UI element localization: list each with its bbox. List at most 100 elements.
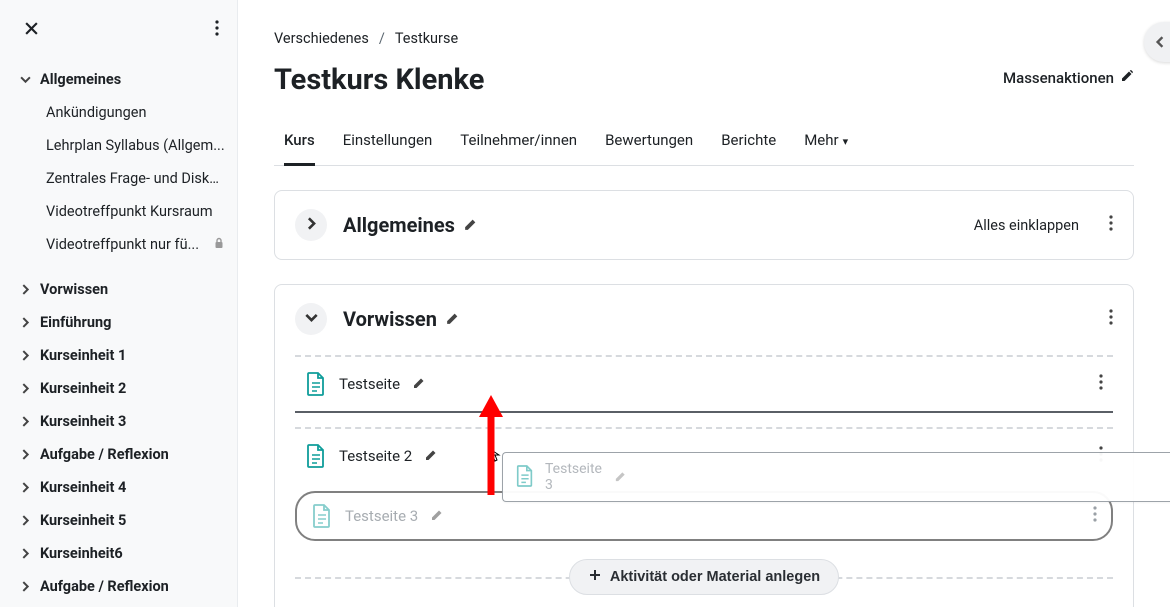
sidebar-item-label: Aufgabe / Reflexion — [40, 578, 169, 595]
sidebar-item-ankündigungen[interactable]: Ankündigungen — [0, 96, 237, 129]
sidebar-item-lehrplan[interactable]: Lehrplan Syllabus (Allgem... — [0, 129, 237, 162]
breadcrumb-separator: / — [379, 30, 385, 47]
sidebar-item-label: Kurseinheit 1 — [40, 347, 126, 364]
add-activity-label: Aktivität oder Material anlegen — [610, 569, 820, 585]
chevron-right-icon — [18, 383, 32, 394]
edit-activity-title[interactable] — [430, 507, 444, 526]
page-icon — [311, 503, 333, 529]
sidebar-item-fragen[interactable]: Zentrales Frage- und Disku... — [0, 162, 237, 195]
collapse-all-link[interactable]: Alles einklappen — [974, 217, 1079, 234]
open-block-drawer[interactable] — [1144, 22, 1170, 62]
course-tabs: Kurs Einstellungen Teilnehmer/innen Bewe… — [274, 117, 1134, 166]
section-title-label: Allgemeines — [343, 213, 455, 237]
page-icon — [305, 443, 327, 469]
plus-icon — [588, 568, 602, 586]
massactions-link[interactable]: Massenaktionen — [1003, 69, 1134, 87]
chevron-right-icon — [18, 317, 32, 328]
sidebar-item-label: Videotreffpunkt nur fü... — [46, 236, 199, 253]
kebab-icon — [215, 20, 219, 39]
sidebar-section-ke6[interactable]: Kurseinheit6 — [0, 537, 237, 570]
sidebar-item-label: Lehrplan Syllabus (Allgem... — [46, 137, 225, 154]
chevron-right-icon — [18, 515, 32, 526]
lock-icon — [213, 236, 225, 253]
tab-label: Mehr — [804, 131, 838, 149]
chevron-down-icon — [305, 311, 318, 327]
chevron-left-icon — [1154, 33, 1166, 52]
move-cursor-icon — [489, 448, 505, 468]
section-title-label: Vorwissen — [343, 307, 437, 331]
tab-teilnehmer[interactable]: Teilnehmer/innen — [460, 117, 577, 166]
tab-berichte[interactable]: Berichte — [721, 117, 776, 166]
sidebar-section-vorwissen[interactable]: Vorwissen — [0, 273, 237, 306]
tab-kurs[interactable]: Kurs — [284, 117, 315, 166]
breadcrumb-testkurse[interactable]: Testkurse — [395, 30, 458, 47]
expand-section-button[interactable] — [295, 209, 327, 241]
sidebar-item-label: Kurseinheit 3 — [40, 413, 126, 430]
section-allgemeines: Allgemeines Alles einklappen — [274, 190, 1134, 260]
chevron-right-icon — [18, 581, 32, 592]
sidebar-section-einführung[interactable]: Einführung — [0, 306, 237, 339]
chevron-right-icon — [18, 482, 32, 493]
sidebar-section-label: Allgemeines — [40, 71, 121, 88]
chevron-right-icon — [18, 284, 32, 295]
sidebar-item-label: Kurseinheit 5 — [40, 512, 126, 529]
activity-testseite[interactable]: Testseite — [295, 357, 1113, 411]
sidebar-item-label: Aufgabe / Reflexion — [40, 446, 169, 463]
activity-name: Testseite 3 — [345, 507, 418, 525]
chevron-right-icon — [305, 217, 318, 233]
tab-einstellungen[interactable]: Einstellungen — [343, 117, 433, 166]
breadcrumb: Verschiedenes / Testkurse — [274, 30, 1134, 47]
edit-section-title[interactable] — [463, 213, 478, 237]
edit-activity-title[interactable] — [412, 375, 426, 394]
sidebar-item-label: Ankündigungen — [46, 104, 147, 121]
sidebar-item-videotreff-restricted[interactable]: Videotreffpunkt nur fü... — [0, 228, 237, 261]
sidebar-item-label: Videotreffpunkt Kursraum — [46, 203, 213, 220]
close-sidebar-button[interactable] — [20, 17, 43, 43]
section-vorwissen: Vorwissen Testseite — [274, 284, 1134, 607]
edit-activity-title[interactable] — [424, 447, 438, 466]
section-menu[interactable] — [1109, 309, 1113, 329]
breadcrumb-verschiedenes[interactable]: Verschiedenes — [274, 30, 369, 47]
activity-name: Testseite 3 — [545, 461, 604, 493]
massactions-label: Massenaktionen — [1003, 69, 1114, 87]
chevron-right-icon — [18, 449, 32, 460]
edit-section-title[interactable] — [445, 307, 460, 331]
sidebar-section-allgemeines[interactable]: Allgemeines — [0, 63, 237, 96]
pencil-icon — [1120, 69, 1134, 87]
sidebar-item-label: Kurseinheit 4 — [40, 479, 126, 496]
sidebar-item-label: Einführung — [40, 314, 111, 331]
tab-mehr[interactable]: Mehr ▾ — [804, 117, 848, 166]
activity-name: Testseite 2 — [339, 447, 412, 465]
chevron-right-icon — [18, 416, 32, 427]
chevron-right-icon — [18, 548, 32, 559]
sidebar-section-aufgabe2[interactable]: Aufgabe / Reflexion — [0, 570, 237, 603]
sidebar-item-label: Vorwissen — [40, 281, 108, 298]
close-icon — [24, 21, 39, 39]
page-title: Testkurs Klenke — [274, 63, 484, 97]
section-menu[interactable] — [1109, 215, 1113, 235]
page-icon — [305, 371, 327, 397]
sidebar-section-ke3[interactable]: Kurseinheit 3 — [0, 405, 237, 438]
sidebar-item-videotreff[interactable]: Videotreffpunkt Kursraum — [0, 195, 237, 228]
sidebar-item-label: Zentrales Frage- und Disku... — [46, 170, 225, 187]
activity-name: Testseite — [339, 375, 400, 393]
drag-ghost-testseite-3: Testseite 3 — [502, 452, 1170, 502]
sidebar-section-aufgabe1[interactable]: Aufgabe / Reflexion — [0, 438, 237, 471]
add-activity-button[interactable]: Aktivität oder Material anlegen — [569, 559, 839, 595]
course-main: Verschiedenes / Testkurse Testkurs Klenk… — [238, 0, 1170, 607]
page-icon — [515, 464, 535, 490]
sidebar-item-label: Kurseinheit6 — [40, 545, 123, 562]
sidebar-section-ke5[interactable]: Kurseinheit 5 — [0, 504, 237, 537]
chevron-down-icon: ▾ — [843, 135, 849, 148]
activity-menu[interactable] — [1099, 374, 1109, 394]
collapse-section-button[interactable] — [295, 303, 327, 335]
tab-bewertungen[interactable]: Bewertungen — [605, 117, 693, 166]
chevron-down-icon — [18, 74, 32, 85]
sidebar-section-ke4[interactable]: Kurseinheit 4 — [0, 471, 237, 504]
sidebar-section-ke2[interactable]: Kurseinheit 2 — [0, 372, 237, 405]
chevron-right-icon — [18, 350, 32, 361]
pencil-icon — [614, 468, 627, 487]
sidebar-section-ke1[interactable]: Kurseinheit 1 — [0, 339, 237, 372]
sidebar-menu-button[interactable] — [211, 16, 223, 43]
activity-menu[interactable] — [1093, 506, 1097, 526]
